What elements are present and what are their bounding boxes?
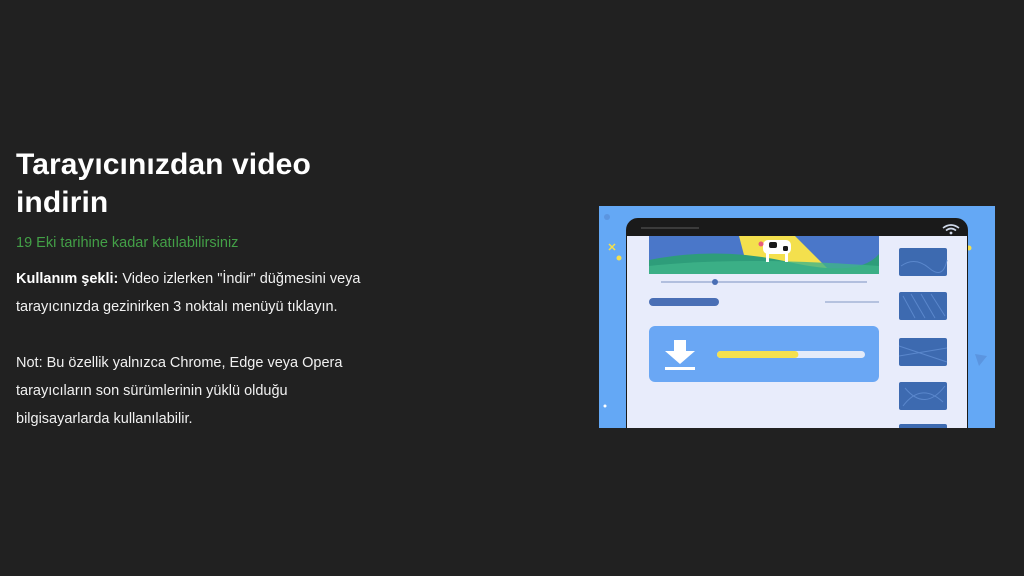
sparkle-dot: [603, 404, 607, 408]
thumbnail-list: [898, 248, 948, 428]
side-thumbnail: [899, 292, 947, 320]
sparkle-dot: [604, 214, 610, 220]
video-thumbnail: [649, 236, 879, 274]
sparkle-cross: [608, 243, 616, 251]
video-title-bar: [649, 298, 719, 306]
usage-instructions: Kullanım şekli: Video izlerken "İndir" d…: [16, 265, 368, 321]
sparkle-triangle: [975, 354, 987, 366]
promo-title: Tarayıcınızdan video indirin: [16, 148, 311, 219]
promo-text: Tarayıcınızdan video indirin 19 Eki tari…: [16, 146, 396, 433]
promo-card: Tarayıcınızdan video indirin 19 Eki tari…: [0, 0, 1024, 576]
side-thumbnail: [899, 382, 947, 410]
video-seek-handle: [712, 279, 718, 285]
sparkle-dot: [616, 255, 622, 261]
download-progress-fill: [717, 351, 799, 358]
deadline-text: 19 Eki tarihine kadar katılabilirsiniz: [16, 235, 239, 251]
download-illustration: [599, 206, 995, 428]
usage-label: Kullanım şekli:: [16, 271, 119, 287]
browser-note: Not: Bu özellik yalnızca Chrome, Edge ve…: [16, 355, 343, 427]
side-thumbnail: [899, 424, 947, 428]
